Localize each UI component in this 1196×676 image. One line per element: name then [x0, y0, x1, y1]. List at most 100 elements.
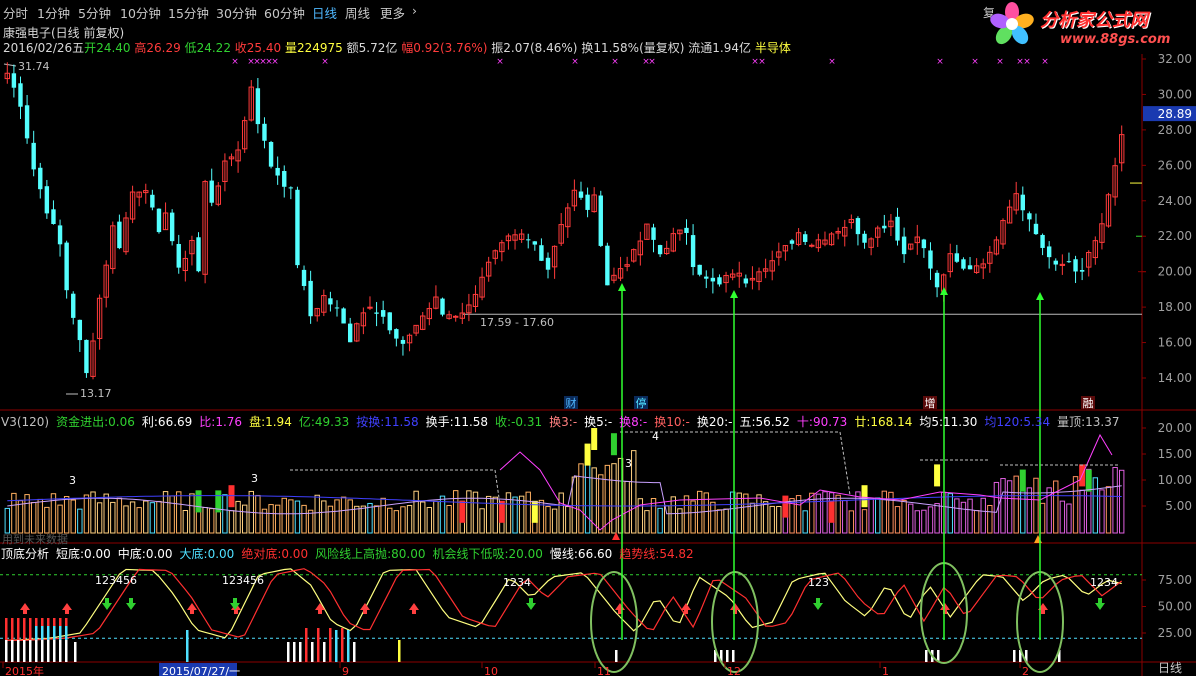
candle-body [150, 194, 155, 208]
candle-body [387, 312, 392, 331]
candle-body [1040, 234, 1045, 248]
bottom-signal-bar [74, 642, 77, 662]
event-marker: × [571, 57, 579, 67]
event-tag: 停 [636, 396, 647, 410]
bottom-signal-bar [5, 640, 8, 662]
volume-bar [518, 495, 525, 534]
volume-bar [143, 500, 149, 534]
volume-bar [637, 498, 644, 534]
volume-bar [743, 493, 749, 534]
oscillator-indicator-item: 慢线:66.60 [549, 547, 613, 561]
volume-bar [525, 491, 531, 534]
candle-body [882, 225, 887, 229]
volume-tick-label: 10.00 [1158, 473, 1192, 487]
price-tick-label: 18.00 [1158, 300, 1192, 314]
tab-daily[interactable]: 日线 [312, 3, 337, 22]
volume-bar [387, 507, 393, 534]
bottom-signal-bar [35, 640, 38, 662]
volume-bar [802, 510, 808, 534]
volume-bar [288, 499, 294, 534]
volume-indicator-item: 廿:168.14 [854, 415, 913, 429]
volume-bar [380, 497, 386, 534]
bottom-signal-bar [47, 640, 50, 662]
candle-body [288, 187, 294, 189]
volume-bar [644, 510, 650, 534]
event-marker: × [936, 57, 944, 67]
period-label[interactable]: 日线 [1158, 659, 1182, 676]
tab-30min[interactable]: 30分钟 [216, 3, 257, 22]
bottom-signal-bar [53, 640, 56, 662]
volume-bar [83, 494, 90, 534]
event-tag: 财 [566, 396, 577, 410]
volume-bar [1119, 469, 1125, 534]
volume-bar [670, 496, 677, 534]
chevron-right-icon[interactable]: › [412, 3, 417, 18]
volume-indicator-item: 换3:- [549, 415, 578, 429]
volume-bar [512, 496, 518, 534]
oscillator-indicator-item: 顶底分析 [1, 547, 50, 561]
volume-bar [973, 510, 980, 534]
tab-more[interactable]: 更多 [380, 3, 405, 22]
bottom-signal-bar [1013, 650, 1016, 662]
quote-date: 2016/02/26五 [3, 41, 85, 55]
volume-bar [228, 510, 235, 534]
tab-intraday[interactable]: 分时 [3, 3, 28, 22]
volume-bar [274, 504, 281, 534]
volume-signal-bar [584, 443, 591, 466]
bottom-signal-bar [17, 640, 20, 662]
bottom-signal-bar [925, 650, 928, 662]
quote-change: 0.92(3.76%) [413, 41, 488, 55]
tab-5min[interactable]: 5分钟 [78, 3, 111, 22]
event-marker: × [496, 57, 504, 67]
volume-bar [77, 508, 83, 534]
volume-bar [327, 505, 334, 534]
volume-bar [987, 505, 993, 534]
tab-weekly[interactable]: 周线 [345, 3, 370, 22]
volume-bar [914, 510, 920, 534]
chart-canvas[interactable]: 32.00 30.00 28.00 26.00 24.00 22.00 20.00 18.00… [0, 0, 1196, 676]
tab-1min[interactable]: 1分钟 [37, 3, 70, 22]
volume-tick-label: 20.00 [1158, 421, 1192, 435]
candle-body [44, 186, 50, 214]
volume-indicator-item: 利:66.69 [141, 415, 193, 429]
oscillator-indicator-item: 绝对底:0.00 [241, 547, 309, 561]
candlestick-series [4, 62, 1125, 380]
candle-body [598, 195, 603, 246]
bottom-signal-bar [305, 628, 308, 662]
volume-bar [861, 509, 868, 534]
volume-bar [710, 501, 716, 534]
tab-10min[interactable]: 10分钟 [120, 3, 161, 22]
event-marker: × [271, 57, 279, 67]
logo-url: www.88gs.com [1060, 32, 1171, 47]
volume-bar [822, 491, 828, 534]
tab-60min[interactable]: 60分钟 [264, 3, 305, 22]
osc-tick-label: 50.00 [1158, 600, 1192, 614]
price-tick-label: 32.00 [1158, 52, 1192, 66]
volume-indicator-item: 盘:1.94 [249, 415, 292, 429]
volume-bar [209, 508, 215, 534]
tab-15min[interactable]: 15分钟 [168, 3, 209, 22]
current-price-label: 28.89 [1158, 107, 1192, 121]
volume-indicator-item: 均120:5.34 [984, 415, 1051, 429]
range-label: 17.59 - 17.60 [480, 316, 554, 329]
candle-body [38, 167, 43, 190]
candle-body [275, 167, 280, 176]
volume-indicator-item: 换10:- [654, 415, 690, 429]
candle-body [196, 237, 201, 272]
highlight-ellipse [590, 571, 638, 673]
candle-body [578, 191, 584, 198]
candle-body [954, 253, 960, 262]
oscillator-indicator-item: 机会线下低吸:20.00 [432, 547, 543, 561]
candle-body [855, 218, 861, 235]
volume-indicator-item: 收:-0.31 [495, 415, 543, 429]
candle-body [585, 194, 590, 210]
event-marker: × [758, 57, 766, 67]
date-label: 2 [1022, 665, 1029, 676]
buy-arrow-icon [20, 603, 30, 614]
volume-bar [294, 500, 301, 534]
volume-indicator-item: 换手:11.58 [425, 415, 489, 429]
volume-signal-bar [228, 485, 235, 508]
volume-bar [281, 497, 287, 534]
volume-bar [907, 503, 914, 534]
volume-bar [571, 476, 578, 534]
